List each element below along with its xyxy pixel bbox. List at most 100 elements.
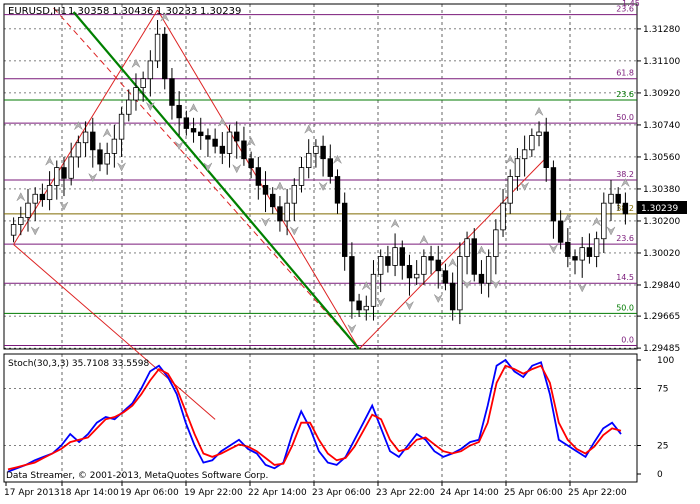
candle-body (176, 104, 182, 119)
copyright-text: Data Streamer, © 2001-2013, MetaQuotes S… (6, 471, 268, 481)
fractal-down-arrow (59, 201, 69, 211)
price-tick-label: 1.30380 (643, 185, 680, 195)
candle-body (593, 238, 600, 257)
chart-canvas[interactable]: 23.661.823.650.038.238.223.614.550.00.0 … (0, 0, 700, 500)
candle-body (10, 224, 17, 236)
candle-body (601, 202, 607, 240)
fractal-up-arrow (246, 137, 256, 146)
fractal-down-arrow (318, 182, 328, 192)
fractal-up-arrow (390, 218, 400, 228)
candle-body (464, 238, 470, 257)
fib-level-label: 50.0 (616, 113, 634, 122)
candle-body (219, 145, 226, 154)
fractal-down-arrow (290, 226, 299, 236)
candle-body (543, 131, 549, 169)
time-tick-label: 23 Apr 22:00 (376, 488, 435, 498)
time-tick-label: 19 Apr 22:00 (184, 488, 243, 498)
candle-body (377, 256, 384, 275)
fractal-down-arrow (232, 164, 241, 174)
price-tick-label: 1.30920 (643, 89, 680, 99)
candle-body (32, 193, 38, 204)
stoch-main-line (7, 358, 622, 473)
fib-level-label: 0.0 (621, 335, 634, 344)
fractal-up-arrow (131, 58, 141, 68)
candle-body (363, 305, 369, 311)
osc-tick-label: 75 (657, 385, 668, 395)
candle-body (421, 256, 427, 275)
fractal-up-arrow (304, 124, 313, 134)
candle-body (557, 220, 564, 243)
channel-line (13, 244, 216, 420)
candle-body (485, 256, 492, 284)
candle-body (500, 202, 506, 231)
candle-body (442, 270, 449, 284)
time-tick-label: 22 Apr 14:00 (248, 488, 307, 498)
fibonacci-levels: 23.661.823.650.038.238.223.614.550.00.0 (4, 5, 637, 346)
osc-tick-label: 100 (657, 356, 674, 366)
candle-body (572, 256, 578, 261)
candle-body (413, 273, 420, 279)
time-tick-label: 25 Apr 06:00 (504, 488, 563, 498)
candle-body (39, 193, 46, 201)
fib-level-label: 14.5 (616, 273, 634, 282)
fractal-up-arrow (448, 257, 457, 267)
price-tick-label: 1.31280 (643, 25, 680, 35)
candle-body (248, 158, 254, 169)
fractal-up-arrow (189, 103, 198, 113)
time-tick-label: 24 Apr 14:00 (440, 488, 499, 498)
fractal-down-arrow (577, 283, 587, 293)
open-value: 1.30358 (68, 6, 109, 17)
candle-body (406, 265, 413, 279)
candle-body (471, 238, 477, 275)
channel-dashed-line (53, 7, 360, 350)
fractal-up-arrow (45, 156, 54, 166)
stochastic-lines (7, 358, 622, 473)
candle-body (615, 193, 621, 204)
price-tick-label: 1.30200 (643, 217, 680, 227)
candle-body (320, 145, 326, 160)
time-axis: 17 Apr 2013 18 Apr 14:00 19 Apr 06:00 19 Ap… (4, 482, 627, 498)
candle-body (306, 152, 312, 169)
time-tick-label: 23 Apr 06:00 (312, 488, 371, 498)
fractal-down-arrow (117, 162, 126, 172)
candle-body (61, 167, 67, 179)
candle-body (399, 247, 405, 266)
time-tick-label: 25 Apr 22:00 (568, 488, 627, 498)
grid-lines (4, 4, 637, 482)
candle-body (579, 247, 585, 261)
candle-body (385, 256, 391, 266)
candle-body (478, 273, 485, 284)
candle-body (586, 247, 593, 257)
fib-level-label: 38.2 (616, 170, 634, 179)
candle-body (212, 138, 218, 147)
fractal-up-arrow (419, 234, 429, 244)
candle-body (147, 60, 154, 80)
candle-body (529, 135, 535, 151)
candle-body (370, 273, 377, 307)
candle-body (608, 193, 614, 204)
price-tick-label: 1.29840 (643, 281, 680, 291)
candle-body (507, 176, 513, 204)
candle-body (392, 247, 398, 266)
fractal-down-arrow (434, 294, 443, 304)
fractal-up-arrow (16, 192, 26, 201)
candle-body (104, 152, 110, 165)
candle-body (262, 184, 269, 195)
fractal-up-arrow (102, 128, 112, 137)
low-value: 1.30233 (156, 6, 197, 17)
time-tick-label: 19 Apr 06:00 (120, 488, 179, 498)
fractal-up-arrow (592, 217, 601, 226)
fractal-down-arrow (606, 226, 616, 236)
candle-body (291, 184, 298, 204)
candle-body (356, 300, 362, 311)
candle-body (183, 117, 190, 129)
top-edge-label: 1.45 (622, 0, 640, 8)
high-value: 1.30436 (112, 6, 153, 17)
fractal-down-arrow (405, 301, 414, 311)
candle-body (493, 229, 499, 257)
candle-body (313, 145, 319, 154)
trading-chart-window: 23.661.823.650.038.238.223.614.550.00.0 … (0, 0, 700, 500)
candle-body (46, 184, 53, 201)
close-value: 1.30239 (200, 6, 241, 17)
candle-body (277, 206, 283, 222)
